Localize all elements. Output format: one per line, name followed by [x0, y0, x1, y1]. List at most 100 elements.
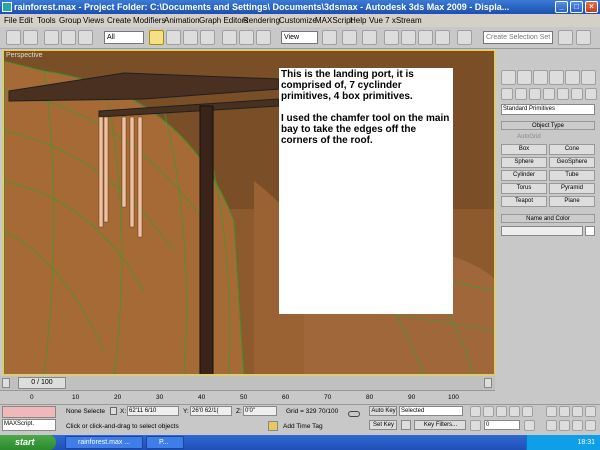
scale-icon[interactable]: [256, 30, 271, 45]
autogrid-checkbox[interactable]: AutoGrid: [517, 134, 541, 140]
go-to-start-icon[interactable]: [470, 406, 481, 417]
cameras-icon[interactable]: [543, 88, 555, 100]
geometry-icon[interactable]: [501, 88, 513, 100]
taskbar-item-rainforest[interactable]: rainforest.max ...: [65, 436, 143, 449]
select-manipulate-icon[interactable]: [342, 30, 357, 45]
current-frame-field[interactable]: 0: [484, 420, 520, 430]
zoom-icon[interactable]: [546, 406, 557, 417]
menu-vue-xstream[interactable]: Vue 7 xStream: [369, 14, 422, 27]
window-crossing-icon[interactable]: [200, 30, 215, 45]
menu-edit[interactable]: Edit: [19, 14, 33, 27]
time-configuration-icon[interactable]: [524, 420, 535, 431]
maxscript-listener-pink[interactable]: [2, 406, 56, 418]
select-object-icon[interactable]: [149, 30, 164, 45]
menu-modifiers[interactable]: Modifiers: [133, 14, 165, 27]
edit-named-selection-icon[interactable]: [457, 30, 472, 45]
play-icon[interactable]: [496, 406, 507, 417]
object-name-input[interactable]: [501, 226, 583, 236]
tube-button[interactable]: Tube: [549, 170, 595, 181]
geosphere-button[interactable]: GeoSphere: [549, 157, 595, 168]
maximize-viewport-icon[interactable]: [585, 420, 596, 431]
primitive-category-select[interactable]: Standard Primitives: [501, 104, 595, 115]
cylinder-button[interactable]: Cylinder: [501, 170, 547, 181]
space-warps-icon[interactable]: [571, 88, 583, 100]
time-tag-icon[interactable]: [268, 421, 278, 431]
menu-views[interactable]: Views: [83, 14, 104, 27]
menu-help[interactable]: Help: [350, 14, 366, 27]
display-tab-icon[interactable]: [565, 70, 580, 85]
pyramid-button[interactable]: Pyramid: [549, 183, 595, 194]
helpers-icon[interactable]: [557, 88, 569, 100]
go-to-end-icon[interactable]: [522, 406, 533, 417]
rectangular-selection-icon[interactable]: [183, 30, 198, 45]
maxscript-listener-input[interactable]: MAXScript.: [2, 419, 56, 431]
track-bar[interactable]: 0 10 20 30 40 50 60 70 80 90 100: [0, 390, 495, 404]
percent-snap-icon[interactable]: [418, 30, 433, 45]
lock-selection-icon[interactable]: [110, 407, 117, 415]
mirror-icon[interactable]: [558, 30, 573, 45]
link-icon[interactable]: [44, 30, 59, 45]
named-selection-sets-input[interactable]: Create Selection Set: [483, 31, 553, 44]
spinner-snap-icon[interactable]: [435, 30, 450, 45]
zoom-extents-all-icon[interactable]: [585, 406, 596, 417]
angle-snap-icon[interactable]: [401, 30, 416, 45]
time-slider-thumb[interactable]: 0 / 100: [18, 377, 66, 389]
pivot-center-icon[interactable]: [322, 30, 337, 45]
taskbar-item-project[interactable]: P...: [146, 436, 184, 449]
teapot-button[interactable]: Teapot: [501, 196, 547, 207]
menu-rendering[interactable]: Rendering: [243, 14, 280, 27]
menu-tools[interactable]: Tools: [37, 14, 56, 27]
reference-coordinate-select[interactable]: View: [281, 31, 318, 44]
menu-customize[interactable]: Customize: [279, 14, 317, 27]
menu-file[interactable]: File: [4, 14, 17, 27]
key-filters-button[interactable]: Key Filters...: [414, 420, 466, 430]
systems-icon[interactable]: [585, 88, 597, 100]
x-coordinate-field[interactable]: 62'11 6/10: [127, 406, 179, 416]
name-and-color-rollout[interactable]: Name and Color: [501, 214, 595, 223]
redo-icon[interactable]: [23, 30, 38, 45]
next-frame-icon[interactable]: [509, 406, 520, 417]
time-slider[interactable]: 0 / 100: [0, 376, 495, 390]
auto-key-button[interactable]: Auto Key: [369, 406, 397, 416]
set-key-button[interactable]: Set Key: [369, 420, 397, 430]
close-button[interactable]: ×: [585, 1, 598, 13]
menu-graph-editors[interactable]: Graph Editors: [199, 14, 248, 27]
field-of-view-icon[interactable]: [546, 420, 557, 431]
hierarchy-tab-icon[interactable]: [533, 70, 548, 85]
selection-filter-select[interactable]: All: [104, 31, 144, 44]
utilities-tab-icon[interactable]: [581, 70, 596, 85]
torus-button[interactable]: Torus: [501, 183, 547, 194]
menu-create[interactable]: Create: [107, 14, 131, 27]
add-time-tag-button[interactable]: Add Time Tag: [283, 423, 323, 430]
modify-tab-icon[interactable]: [517, 70, 532, 85]
unlink-icon[interactable]: [61, 30, 76, 45]
motion-tab-icon[interactable]: [549, 70, 564, 85]
menu-animation[interactable]: Animation: [164, 14, 200, 27]
key-mode-select[interactable]: Selected: [399, 406, 463, 416]
keyboard-shortcut-icon[interactable]: [362, 30, 377, 45]
key-icon[interactable]: [348, 411, 360, 417]
select-by-name-icon[interactable]: [166, 30, 181, 45]
y-coordinate-field[interactable]: 26'0 62/1(: [190, 406, 232, 416]
start-button[interactable]: start: [0, 435, 56, 450]
align-icon[interactable]: [576, 30, 591, 45]
snaps-toggle-icon[interactable]: [384, 30, 399, 45]
object-color-swatch[interactable]: [585, 226, 595, 236]
zoom-all-icon[interactable]: [559, 406, 570, 417]
pan-icon[interactable]: [559, 420, 570, 431]
undo-icon[interactable]: [6, 30, 21, 45]
object-type-rollout[interactable]: Object Type: [501, 121, 595, 130]
menu-group[interactable]: Group: [59, 14, 81, 27]
time-prev-icon[interactable]: [2, 378, 10, 388]
previous-frame-icon[interactable]: [483, 406, 494, 417]
lights-icon[interactable]: [529, 88, 541, 100]
key-mode-icon[interactable]: [401, 420, 411, 430]
sphere-button[interactable]: Sphere: [501, 157, 547, 168]
create-tab-icon[interactable]: [501, 70, 516, 85]
zoom-extents-icon[interactable]: [572, 406, 583, 417]
maximize-button[interactable]: □: [570, 1, 583, 13]
viewport-label[interactable]: Perspective: [6, 52, 43, 59]
rotate-icon[interactable]: [239, 30, 254, 45]
minimize-button[interactable]: _: [555, 1, 568, 13]
bind-space-warp-icon[interactable]: [78, 30, 93, 45]
